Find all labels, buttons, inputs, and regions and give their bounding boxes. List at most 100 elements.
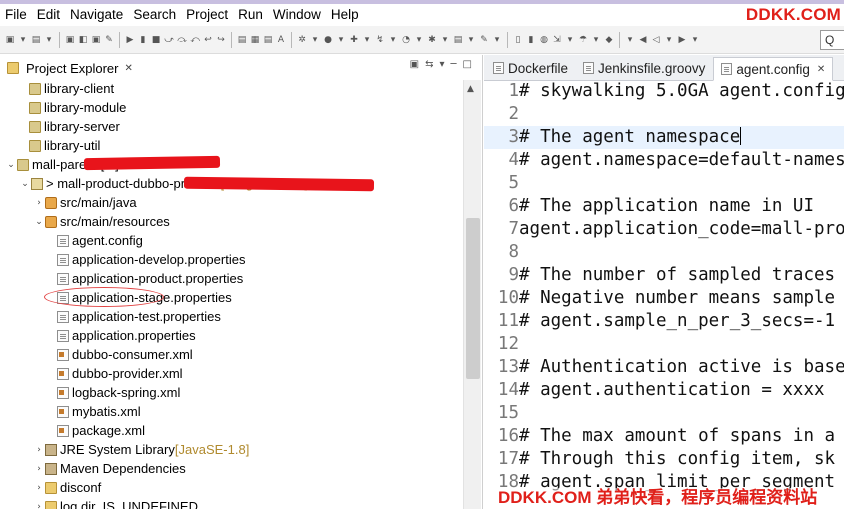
tree-item[interactable]: application-product.properties — [46, 269, 243, 288]
tree-item[interactable]: application.properties — [46, 326, 196, 345]
dropdown-arrow-icon[interactable]: ▾ — [17, 32, 29, 48]
toolbar-button-icon[interactable]: ◁ — [650, 32, 662, 48]
toolbar-button-icon[interactable]: A — [275, 32, 287, 48]
expand-toggle-icon[interactable]: › — [34, 483, 44, 493]
toolbar-button-icon[interactable]: ⇲ — [551, 32, 563, 48]
toolbar-button-icon[interactable]: ◧ — [77, 32, 89, 48]
toolbar-button-icon[interactable]: ▮ — [137, 32, 149, 48]
toolbar-button-icon[interactable]: ▮ — [525, 32, 537, 48]
tree-item[interactable]: › disconf — [34, 478, 101, 497]
project-explorer-tab[interactable]: Project Explorer ✕ — [2, 57, 137, 79]
menu-navigate[interactable]: Navigate — [65, 4, 128, 26]
tree-item[interactable]: › src/main/java — [34, 193, 136, 212]
toolbar-button-icon[interactable]: ● — [322, 32, 334, 48]
dropdown-arrow-icon[interactable]: ▾ — [335, 32, 347, 48]
dropdown-arrow-icon[interactable]: ▾ — [689, 32, 701, 48]
toolbar-button-icon[interactable]: ▣ — [90, 32, 102, 48]
toolbar-button-icon[interactable]: ▶ — [124, 32, 136, 48]
toolbar-button-icon[interactable]: ▤ — [262, 32, 274, 48]
toolbar-button-icon[interactable]: ✎ — [478, 32, 490, 48]
dropdown-arrow-icon[interactable]: ▾ — [465, 32, 477, 48]
dropdown-arrow-icon[interactable]: ▾ — [663, 32, 675, 48]
code-editor[interactable]: 1# skywalking 5.0GA agent.config 2 3# The … — [484, 82, 844, 509]
toolbar-button-icon[interactable]: ✲ — [296, 32, 308, 48]
expand-toggle-icon[interactable]: ⌄ — [6, 160, 16, 170]
close-icon[interactable]: ✕ — [817, 64, 825, 75]
expand-toggle-icon[interactable]: ⌄ — [34, 217, 44, 227]
toolbar-button-icon[interactable]: ◔ — [400, 32, 412, 48]
editor-tab[interactable]: Jenkinsfile.groovy — [576, 56, 712, 80]
expand-toggle-icon[interactable]: › — [34, 198, 44, 208]
toolbar-button-icon[interactable]: ⤻ — [163, 32, 175, 48]
collapse-all-icon[interactable]: ▣ — [410, 59, 419, 70]
tree-scrollbar[interactable]: ▲ — [463, 80, 481, 509]
tree-item[interactable]: library-client — [18, 80, 114, 98]
toolbar-button-icon[interactable]: ▣ — [64, 32, 76, 48]
tree-item[interactable]: package.xml — [46, 421, 145, 440]
toolbar-button-icon[interactable]: ↯ — [374, 32, 386, 48]
expand-toggle-icon[interactable]: ⌄ — [20, 179, 30, 189]
toolbar-button-icon[interactable]: ☂ — [577, 32, 589, 48]
expand-toggle-icon[interactable]: › — [34, 502, 44, 509]
toolbar-button-icon[interactable]: ▶ — [676, 32, 688, 48]
toolbar-button-icon[interactable]: ↪ — [215, 32, 227, 48]
close-icon[interactable]: ✕ — [124, 63, 132, 74]
tree-item[interactable]: › JRE System Library [JavaSE-1.8] — [34, 440, 249, 459]
toolbar-button-icon[interactable]: ✎ — [103, 32, 115, 48]
expand-toggle-icon[interactable]: › — [34, 445, 44, 455]
quick-access-field[interactable]: Q — [820, 30, 844, 50]
scrollbar-thumb[interactable] — [466, 218, 480, 379]
tree-item[interactable]: library-server — [18, 117, 120, 136]
toolbar-button-icon[interactable]: ⤼ — [176, 32, 188, 48]
toolbar-button-icon[interactable]: ▣ — [4, 32, 16, 48]
editor-tab[interactable]: agent.config ✕ — [713, 57, 834, 81]
tree-item[interactable]: ⌄ src/main/resources — [34, 212, 170, 231]
dropdown-arrow-icon[interactable]: ▾ — [491, 32, 503, 48]
toolbar-button-icon[interactable]: ◀ — [637, 32, 649, 48]
toolbar-button-icon[interactable]: ↩ — [202, 32, 214, 48]
menu-file[interactable]: File — [0, 4, 32, 26]
toolbar-button-icon[interactable]: ▤ — [452, 32, 464, 48]
toolbar-button-icon[interactable]: ▯ — [512, 32, 524, 48]
maximize-icon[interactable]: □ — [463, 59, 472, 70]
menu-project[interactable]: Project — [181, 4, 233, 26]
scroll-up-icon[interactable]: ▲ — [467, 84, 474, 94]
dropdown-arrow-icon[interactable]: ▾ — [624, 32, 636, 48]
dropdown-arrow-icon[interactable]: ▾ — [439, 32, 451, 48]
tree-item[interactable]: library-util — [18, 136, 100, 155]
toolbar-button-icon[interactable]: ✱ — [426, 32, 438, 48]
toolbar-button-icon[interactable]: ⤺ — [189, 32, 201, 48]
toolbar-button-icon[interactable]: ◆ — [603, 32, 615, 48]
toolbar-button-icon[interactable]: ✚ — [348, 32, 360, 48]
menu-edit[interactable]: Edit — [32, 4, 65, 26]
menu-help[interactable]: Help — [326, 4, 364, 26]
dropdown-arrow-icon[interactable]: ▾ — [309, 32, 321, 48]
dropdown-arrow-icon[interactable]: ▾ — [590, 32, 602, 48]
tree-item[interactable]: logback-spring.xml — [46, 383, 180, 402]
minimize-icon[interactable]: ─ — [451, 59, 457, 70]
menu-search[interactable]: Search — [128, 4, 181, 26]
dropdown-arrow-icon[interactable]: ▾ — [387, 32, 399, 48]
toolbar-button-icon[interactable]: ■ — [150, 32, 162, 48]
tree-item[interactable]: dubbo-provider.xml — [46, 364, 183, 383]
dropdown-arrow-icon[interactable]: ▾ — [564, 32, 576, 48]
menu-window[interactable]: Window — [268, 4, 326, 26]
tree-item[interactable]: application-develop.properties — [46, 250, 245, 269]
toolbar-button-icon[interactable]: ◍ — [538, 32, 550, 48]
toolbar-button-icon[interactable]: ▤ — [236, 32, 248, 48]
tree-item[interactable]: library-module — [18, 98, 126, 117]
tree-item[interactable]: › Maven Dependencies — [34, 459, 186, 478]
tree-item[interactable]: › log.dir_IS_UNDEFINED — [34, 497, 198, 509]
view-menu-icon[interactable]: ▾ — [439, 59, 444, 70]
tree-item[interactable]: dubbo-consumer.xml — [46, 345, 193, 364]
dropdown-arrow-icon[interactable]: ▾ — [361, 32, 373, 48]
editor-tab[interactable]: Dockerfile — [486, 56, 575, 80]
dropdown-arrow-icon[interactable]: ▾ — [413, 32, 425, 48]
expand-toggle-icon[interactable]: › — [34, 464, 44, 474]
tree-item[interactable]: application-test.properties — [46, 307, 221, 326]
menu-run[interactable]: Run — [233, 4, 268, 26]
link-editor-icon[interactable]: ⇆ — [425, 59, 433, 70]
tree-item[interactable]: agent.config — [46, 231, 143, 250]
toolbar-button-icon[interactable]: ▦ — [249, 32, 261, 48]
toolbar-button-icon[interactable]: ▤ — [30, 32, 42, 48]
